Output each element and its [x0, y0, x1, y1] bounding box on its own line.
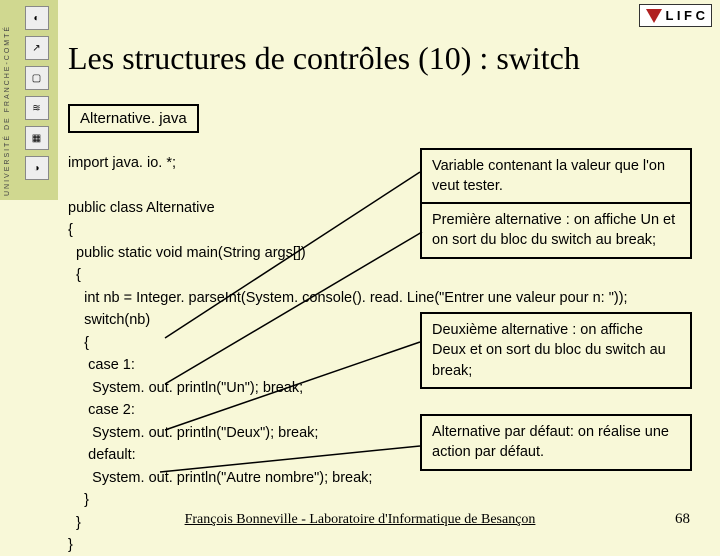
slide-title: Les structures de contrôles (10) : switc…	[68, 40, 580, 77]
left-sidebar: UNIVERSITÉ DE FRANCHE-COMTÉ ◐ ↗ ▢ ≋ ▦ ◑	[0, 0, 58, 200]
decorative-icon: ↗	[25, 36, 49, 60]
lifc-logo: L I F C	[639, 4, 712, 27]
callout-default: Alternative par défaut: on réalise une a…	[420, 414, 692, 471]
university-label: UNIVERSITÉ DE FRANCHE-COMTÉ	[0, 0, 15, 200]
page-number: 68	[675, 511, 690, 528]
decorative-icon: ◑	[25, 156, 49, 180]
decorative-icon: ▢	[25, 66, 49, 90]
callout-first-alt: Première alternative : on affiche Un et …	[420, 202, 692, 259]
callout-variable: Variable contenant la valeur que l'on ve…	[420, 148, 692, 205]
footer-author: François Bonneville - Laboratoire d'Info…	[185, 512, 536, 528]
logo-text: L I F C	[666, 8, 705, 23]
decorative-icon: ≋	[25, 96, 49, 120]
callout-second-alt: Deuxième alternative : on affiche Deux e…	[420, 312, 692, 389]
filename-box: Alternative. java	[68, 104, 199, 133]
decorative-icon: ◐	[25, 6, 49, 30]
sidebar-icons: ◐ ↗ ▢ ≋ ▦ ◑	[15, 0, 58, 200]
decorative-icon: ▦	[25, 126, 49, 150]
triangle-icon	[646, 9, 662, 23]
